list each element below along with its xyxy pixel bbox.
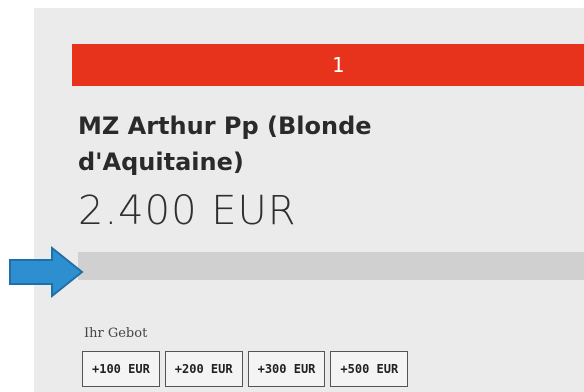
auction-screen: 1 MZ Arthur Pp (Blonde d'Aquitaine) 2.40…	[34, 8, 584, 392]
lot-number-bar: 1	[72, 44, 584, 86]
bid-300-button[interactable]: +300 EUR	[247, 351, 326, 387]
lot-number: 1	[331, 53, 345, 77]
bid-label: Ihr Gebot	[84, 326, 148, 341]
item-title: MZ Arthur Pp (Blonde d'Aquitaine)	[78, 112, 372, 176]
bid-progress-bar	[78, 252, 584, 280]
bid-500-button[interactable]: +500 EUR	[330, 351, 409, 387]
blue-arrow-icon	[9, 246, 84, 298]
bid-button-group: +100 EUR +200 EUR +300 EUR +500 EUR	[82, 351, 409, 387]
bid-200-button[interactable]: +200 EUR	[164, 351, 243, 387]
bid-100-button[interactable]: +100 EUR	[82, 351, 160, 387]
current-price: 2.400 EUR	[78, 188, 297, 234]
